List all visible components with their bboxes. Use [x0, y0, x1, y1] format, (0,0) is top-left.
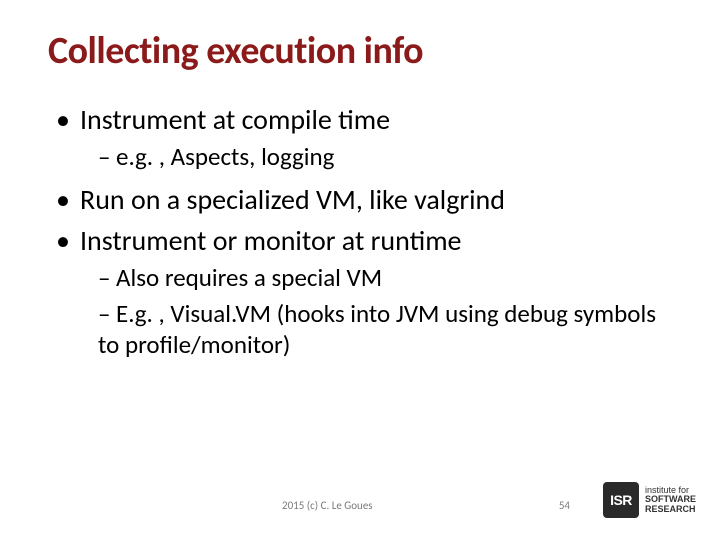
bullet-text: E.g. , Visual.VM (hooks into JVM using d…	[98, 298, 656, 360]
bullet-level2: e.g. , Aspects, logging	[98, 141, 680, 172]
bullet-text: Instrument at compile time	[80, 102, 390, 137]
logo-line: RESEARCH	[645, 505, 696, 514]
bullet-text: e.g. , Aspects, logging	[116, 141, 334, 172]
slide-title: Collecting execution info	[48, 28, 680, 74]
copyright-text: 2015 (c) C. Le Goues	[282, 499, 373, 512]
isr-logo: ISR institute for SOFTWARE RESEARCH	[603, 482, 696, 518]
bullet-text: Run on a specialized VM, like valgrind	[80, 182, 505, 217]
page-number: 54	[559, 499, 570, 512]
slide-content: Instrument at compile time e.g. , Aspect…	[48, 102, 680, 360]
bullet-text: Also requires a special VM	[116, 262, 382, 293]
slide-footer: 2015 (c) C. Le Goues 54 ISR institute fo…	[0, 478, 720, 518]
bullet-level2: Also requires a special VM	[98, 262, 680, 293]
logo-mark-icon: ISR	[603, 482, 639, 518]
bullet-level1: Instrument or monitor at runtime	[56, 223, 680, 258]
bullet-level1: Run on a specialized VM, like valgrind	[56, 182, 680, 217]
slide: Collecting execution info Instrument at …	[0, 0, 720, 540]
logo-text: institute for SOFTWARE RESEARCH	[645, 486, 696, 514]
bullet-text: Instrument or monitor at runtime	[80, 223, 462, 258]
bullet-level2: E.g. , Visual.VM (hooks into JVM using d…	[98, 298, 680, 361]
bullet-level1: Instrument at compile time	[56, 102, 680, 137]
